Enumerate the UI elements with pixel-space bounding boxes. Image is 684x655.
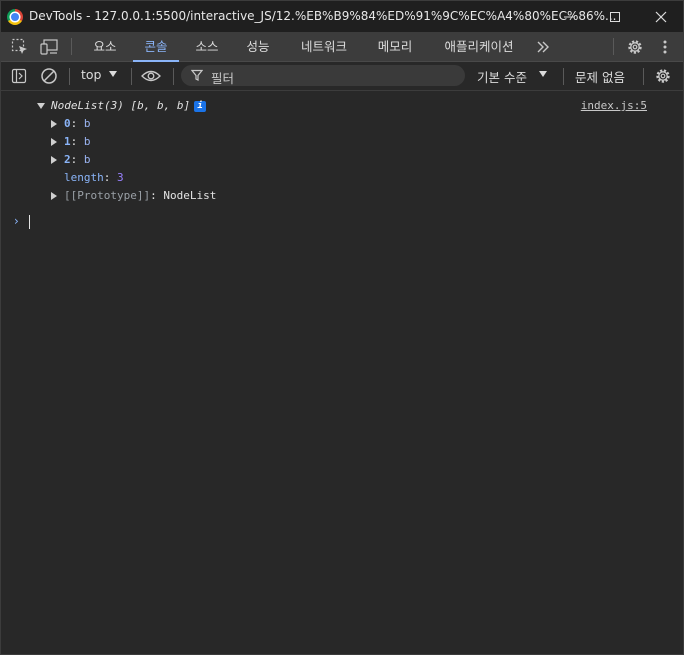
more-tabs-button[interactable] xyxy=(532,36,554,58)
console-settings-button[interactable] xyxy=(652,65,674,87)
property-value: b xyxy=(83,153,91,166)
live-expression-button[interactable] xyxy=(140,65,162,87)
nodelist-summary: NodeList(3) [b, b, b] xyxy=(51,99,191,112)
expand-triangle-icon[interactable] xyxy=(51,138,57,146)
minimize-icon xyxy=(564,16,574,17)
inspect-element-icon xyxy=(11,38,27,54)
device-toolbar-button[interactable] xyxy=(39,36,61,58)
prototype-row[interactable]: [[Prototype]]: NodeList xyxy=(64,189,216,202)
inspect-element-button[interactable] xyxy=(9,36,31,58)
clear-console-icon xyxy=(41,68,57,84)
expand-triangle-icon[interactable] xyxy=(51,156,57,164)
expand-triangle-icon[interactable] xyxy=(51,120,57,128)
toolbar-divider xyxy=(643,68,644,85)
tab-performance[interactable]: 성능 xyxy=(235,32,281,61)
tab-console[interactable]: 콘솔 xyxy=(133,32,179,62)
length-row: length: 3 xyxy=(64,171,124,184)
device-toggle-icon xyxy=(40,39,58,55)
property-key: 1 xyxy=(64,135,71,148)
tab-elements[interactable]: 요소 xyxy=(83,32,127,61)
property-key: 0 xyxy=(64,117,71,130)
log-levels-dropdown[interactable]: 기본 수준 xyxy=(477,67,527,86)
toolbar-divider xyxy=(131,68,132,85)
property-row[interactable]: 0: b xyxy=(64,117,91,130)
toolbar-divider xyxy=(173,68,174,85)
length-value: 3 xyxy=(117,171,124,184)
chevron-double-right-icon xyxy=(537,41,549,53)
tab-network[interactable]: 네트워크 xyxy=(289,32,359,61)
eye-icon xyxy=(141,70,161,82)
toolbar-divider xyxy=(69,68,70,85)
property-row[interactable]: 2: b xyxy=(64,153,91,166)
filter-placeholder: 필터 xyxy=(211,71,235,86)
title-bar: DevTools - 127.0.0.1:5500/interactive_JS… xyxy=(1,1,683,32)
clear-console-button[interactable] xyxy=(38,65,60,87)
prototype-value: NodeList xyxy=(163,189,217,202)
property-value: b xyxy=(83,117,91,130)
maximize-icon xyxy=(610,11,620,22)
tab-application[interactable]: 애플리케이션 xyxy=(431,32,527,61)
devtools-window: DevTools - 127.0.0.1:5500/interactive_JS… xyxy=(0,0,684,655)
property-value: b xyxy=(83,135,91,148)
sidebar-toggle-icon xyxy=(11,68,27,84)
context-selector[interactable]: top xyxy=(81,67,101,82)
settings-button[interactable] xyxy=(624,36,646,58)
chrome-logo-icon xyxy=(7,9,23,25)
customize-menu-button[interactable] xyxy=(654,36,676,58)
console-sidebar-button[interactable] xyxy=(8,65,30,87)
tab-sources[interactable]: 소스 xyxy=(185,32,229,61)
length-key: length xyxy=(64,171,104,184)
gear-icon xyxy=(656,69,670,83)
filter-funnel-icon xyxy=(191,69,203,81)
close-icon xyxy=(655,11,667,22)
property-key: 2 xyxy=(64,153,71,166)
console-input-caret[interactable] xyxy=(29,215,30,229)
issues-counter[interactable]: 문제 없음 xyxy=(575,67,625,86)
property-row[interactable]: 1: b xyxy=(64,135,91,148)
expand-triangle-icon[interactable] xyxy=(37,103,45,109)
maximize-button[interactable] xyxy=(592,1,638,32)
kebab-menu-icon xyxy=(663,40,667,54)
source-link[interactable]: index.js:5 xyxy=(581,99,647,112)
minimize-button[interactable] xyxy=(546,1,592,32)
panel-tabs-bar: 요소 콘솔 소스 성능 네트워크 메모리 애플리케이션 xyxy=(1,32,683,62)
info-icon[interactable]: i xyxy=(194,100,207,112)
toolbar-divider xyxy=(71,38,72,55)
gear-icon xyxy=(628,40,642,54)
log-entry-summary[interactable]: NodeList(3) [b, b, b] i xyxy=(51,99,207,112)
console-prompt-icon: › xyxy=(14,214,19,228)
toolbar-divider xyxy=(613,38,614,55)
chevron-down-icon xyxy=(539,71,547,77)
prototype-key: [[Prototype]] xyxy=(64,189,151,202)
console-toolbar: top 필터 기본 수준 문제 없음 xyxy=(1,62,683,91)
window-title: DevTools - 127.0.0.1:5500/interactive_JS… xyxy=(29,9,617,23)
chevron-down-icon xyxy=(109,71,117,77)
tab-memory[interactable]: 메모리 xyxy=(367,32,423,61)
expand-triangle-icon[interactable] xyxy=(51,192,57,200)
toolbar-divider xyxy=(563,68,564,85)
close-button[interactable] xyxy=(638,1,684,32)
filter-input[interactable]: 필터 xyxy=(181,65,465,86)
